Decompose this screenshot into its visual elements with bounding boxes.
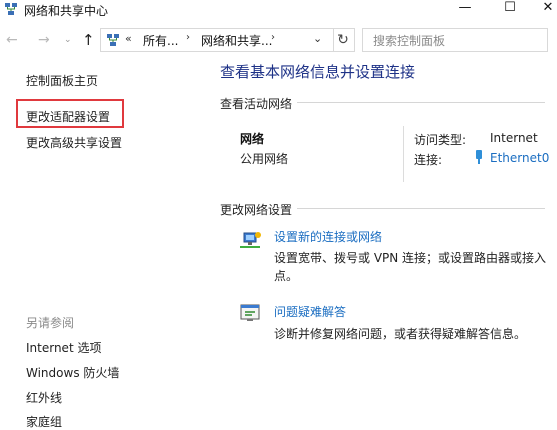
address-bar[interactable]: « 所有... › 网络和共享... › ⌄ <box>100 28 334 52</box>
ethernet-connection-link[interactable]: Ethernet0 <box>490 151 549 165</box>
see-also-header: 另请参阅 <box>26 316 75 330</box>
ethernet-icon <box>476 150 482 164</box>
change-advanced-sharing-link[interactable]: 更改高级共享设置 <box>26 134 122 151</box>
close-button[interactable]: ✕ <box>528 0 557 18</box>
title-bar: 网络和共享中心 — ☐ ✕ <box>0 0 557 22</box>
up-button[interactable]: ↑ <box>82 31 95 49</box>
breadcrumb-separator[interactable]: › <box>186 32 190 43</box>
page-title: 查看基本网络信息并设置连接 <box>220 63 416 81</box>
active-networks-header: 查看活动网络 <box>220 97 293 111</box>
section-divider <box>297 208 545 209</box>
network-setup-icon <box>240 232 261 248</box>
navigation-bar: ← → ⌄ ↑ « 所有... › 网络和共享... › ⌄ ↻ 搜索控制面板 <box>0 26 557 54</box>
search-placeholder: 搜索控制面板 <box>373 34 446 48</box>
recent-locations-button[interactable]: ⌄ <box>64 35 72 45</box>
window-title: 网络和共享中心 <box>24 4 109 18</box>
connection-label: 连接: <box>414 153 443 167</box>
troubleshoot-icon <box>240 304 260 321</box>
network-name: 网络 <box>240 132 265 146</box>
address-dropdown-button[interactable]: ⌄ <box>313 32 322 45</box>
internet-options-link[interactable]: Internet 选项 <box>26 339 101 356</box>
access-type-label: 访问类型: <box>414 133 467 147</box>
setup-connection-link[interactable]: 设置新的连接或网络 <box>274 228 382 245</box>
address-overflow-button[interactable]: « <box>125 32 132 45</box>
troubleshoot-link[interactable]: 问题疑难解答 <box>274 303 346 320</box>
vertical-divider <box>403 126 404 182</box>
troubleshoot-description: 诊断并修复网络问题，或者获得疑难解答信息。 <box>274 327 527 341</box>
minimize-button[interactable]: — <box>445 0 485 18</box>
section-divider <box>297 102 545 103</box>
back-button[interactable]: ← <box>6 32 18 48</box>
homegroup-link[interactable]: 家庭组 <box>26 413 62 430</box>
network-center-icon <box>5 3 17 15</box>
setup-connection-description: 设置宽带、拨号或 VPN 连接；或设置路由器或接入点。 <box>274 251 547 283</box>
change-adapter-settings-link[interactable]: 更改适配器设置 <box>26 108 110 125</box>
breadcrumb-all-control-panel[interactable]: 所有... <box>143 32 178 49</box>
search-input[interactable]: 搜索控制面板 <box>362 28 548 52</box>
infrared-link[interactable]: 红外线 <box>26 389 62 406</box>
control-panel-home-link[interactable]: 控制面板主页 <box>26 72 98 89</box>
breadcrumb-network-sharing[interactable]: 网络和共享... <box>201 32 272 49</box>
maximize-button[interactable]: ☐ <box>490 0 530 18</box>
windows-firewall-link[interactable]: Windows 防火墙 <box>26 364 119 381</box>
refresh-button[interactable]: ↻ <box>332 28 355 52</box>
breadcrumb-separator[interactable]: › <box>271 32 275 43</box>
network-type-link[interactable]: 公用网络 <box>240 150 288 167</box>
access-type-value: Internet <box>490 131 538 145</box>
control-panel-icon <box>107 34 119 46</box>
change-settings-header: 更改网络设置 <box>220 203 293 217</box>
forward-button[interactable]: → <box>38 32 50 48</box>
